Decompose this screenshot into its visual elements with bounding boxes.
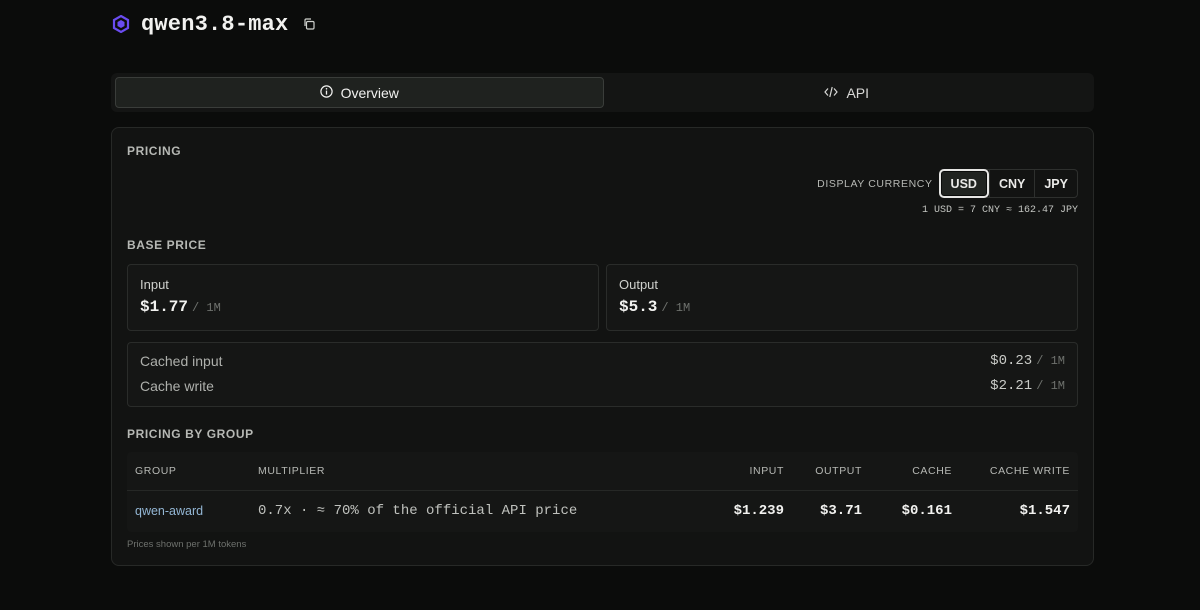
copy-icon[interactable] (302, 17, 316, 31)
price-unit: / 1M (1036, 379, 1065, 393)
currency-cny-button[interactable]: CNY (988, 170, 1034, 197)
cached-input-row: Cached input $0.23/ 1M (140, 351, 1065, 371)
page-header: qwen3.8-max (111, 10, 316, 38)
tab-overview-label: Overview (340, 84, 399, 101)
table-header: GROUP MULTIPLIER INPUT OUTPUT CACHE CACH… (127, 452, 1078, 491)
column-header-multiplier: MULTIPLIER (258, 465, 326, 477)
tab-overview[interactable]: Overview (115, 77, 604, 108)
currency-label: DISPLAY CURRENCY (817, 177, 933, 190)
input-price-card: Input $1.77/ 1M (127, 264, 599, 331)
input-price-cell: $1.239 (733, 503, 784, 519)
cache-price-cell: $0.161 (901, 503, 952, 519)
pricing-by-group-heading: PRICING BY GROUP (127, 427, 254, 441)
code-icon (824, 85, 839, 101)
cache-write-price-cell: $1.547 (1019, 503, 1070, 519)
qwen-logo-icon (111, 14, 131, 34)
pricing-heading: PRICING (127, 144, 182, 158)
currency-button-group: USD CNY JPY (938, 169, 1078, 198)
model-title: qwen3.8-max (141, 11, 289, 37)
input-price-label: Input (140, 277, 169, 292)
info-circle-icon (319, 84, 333, 101)
currency-switcher: DISPLAY CURRENCY USD CNY JPY (817, 169, 1078, 198)
column-header-cache-write: CACHE WRITE (989, 465, 1070, 477)
cache-price-card: Cached input $0.23/ 1M Cache write $2.21… (127, 342, 1078, 407)
input-price-value: $1.77/ 1M (140, 298, 221, 316)
price-unit: / 1M (192, 301, 221, 315)
cache-write-row: Cache write $2.21/ 1M (140, 376, 1065, 396)
currency-usd-button[interactable]: USD (938, 169, 989, 198)
output-price-value: $5.3/ 1M (619, 298, 691, 316)
base-price-heading: BASE PRICE (127, 238, 207, 252)
group-pricing-table: GROUP MULTIPLIER INPUT OUTPUT CACHE CACH… (127, 452, 1078, 532)
cache-write-label: Cache write (140, 378, 214, 394)
tab-api[interactable]: API (604, 77, 1091, 108)
group-link-qwen-award[interactable]: qwen-award (135, 504, 203, 518)
pricing-panel: PRICING DISPLAY CURRENCY USD CNY JPY 1 U… (111, 127, 1094, 566)
exchange-rate-text: 1 USD = 7 CNY ≈ 162.47 JPY (921, 205, 1078, 216)
tab-api-label: API (846, 84, 870, 101)
output-price-cell: $3.71 (819, 503, 862, 519)
column-header-cache: CACHE (912, 465, 952, 477)
column-header-input: INPUT (749, 465, 784, 477)
cached-input-value: $0.23/ 1M (990, 353, 1065, 369)
tab-bar: Overview API (111, 73, 1094, 112)
pricing-footnote: Prices shown per 1M tokens (127, 539, 247, 550)
cached-input-label: Cached input (140, 353, 223, 369)
column-header-output: OUTPUT (815, 465, 862, 477)
output-price-label: Output (619, 277, 659, 292)
price-unit: / 1M (1036, 354, 1065, 368)
column-header-group: GROUP (135, 465, 177, 477)
multiplier-cell: 0.7x · ≈ 70% of the official API price (258, 503, 578, 519)
price-unit: / 1M (661, 301, 691, 315)
cache-write-value: $2.21/ 1M (990, 378, 1065, 394)
currency-jpy-button[interactable]: JPY (1034, 170, 1077, 197)
output-price-card: Output $5.3/ 1M (606, 264, 1078, 331)
